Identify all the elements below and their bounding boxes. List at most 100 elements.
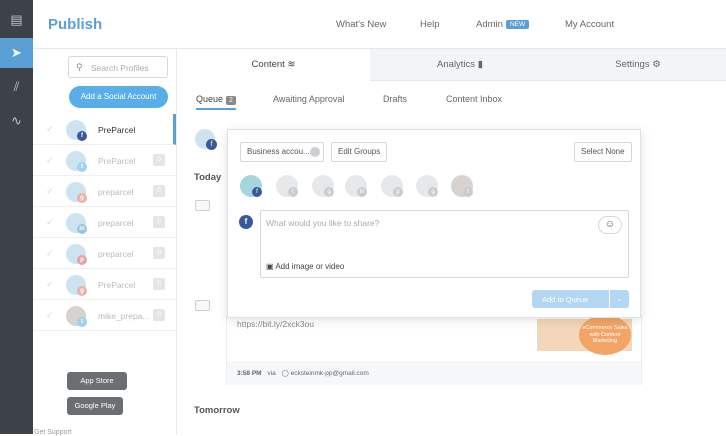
profile-item[interactable]: ✓ f PreParcel [33,114,176,145]
profile-selector-avatar[interactable]: t [276,175,298,197]
layers-icon: ≋ [287,59,296,70]
analyze-icon[interactable]: ∿ [0,106,33,136]
add-media-button[interactable]: ▣ Add image or video [266,262,344,271]
add-media-label: Add image or video [275,262,345,271]
queue-count: 0 [153,185,165,197]
queue-count: 0 [153,216,165,228]
profile-selector-avatar[interactable]: in [345,175,367,197]
post-thumbnail: eCommerce Sales with Content Marketing [537,315,632,355]
linkedin-icon: in [77,224,87,234]
twitter-icon: t [288,187,298,197]
publish-send-icon[interactable]: ➤ [0,38,33,68]
subtab-queue[interactable]: Queue 2 [196,94,236,110]
add-social-account-button[interactable]: Add a Social Account [69,86,168,108]
chevron-down-icon[interactable]: ⌄ [609,290,629,308]
profile-item[interactable]: ✓ t mike_prepa... 0 [33,300,176,331]
select-none-button[interactable]: Select None [574,142,632,162]
facebook-icon: f [239,215,253,229]
get-support-link[interactable]: Get Support [34,429,72,436]
profile-selector-avatar[interactable]: g [312,175,334,197]
profile-selector-avatar[interactable]: f [240,175,262,197]
profile-item[interactable]: ✓ g preparcel 0 [33,176,176,207]
profile-name: preparcel [98,249,134,259]
facebook-icon: f [206,139,217,150]
app-store-button[interactable]: App Store [67,372,127,390]
profile-item[interactable]: ✓ t PreParcel 0 [33,145,176,176]
twitter-icon: t [77,162,87,172]
section-tomorrow: Tomorrow [194,405,240,416]
subtab-awaiting-approval[interactable]: Awaiting Approval [273,94,344,104]
subtab-drafts[interactable]: Drafts [383,94,407,104]
profile-name: PreParcel [98,125,136,135]
nav-admin-label: Admin [476,19,503,30]
check-icon: ✓ [46,248,54,258]
nav-whats-new[interactable]: What's New [336,19,386,30]
image-icon [195,200,210,211]
google-plus-icon: g [324,187,334,197]
subtab-content-inbox[interactable]: Content Inbox [446,94,502,104]
image-icon [195,300,210,311]
check-icon: ✓ [46,155,54,165]
facebook-icon: f [252,187,262,197]
bar-chart-icon: ▮ [477,59,483,70]
queue-count-badge: 2 [226,96,236,105]
profile-item[interactable]: ✓ in preparcel 0 [33,207,176,238]
twitter-icon: t [77,317,87,327]
dropdown-icon [310,147,320,157]
emoji-icon[interactable]: ☺ [598,216,622,234]
queued-post-card[interactable]: https://bit.ly/2xck3ou eCommerce Sales w… [226,315,642,385]
queue-count: 0 [153,309,165,321]
tab-content-label: Content [251,59,285,70]
add-to-queue-button[interactable]: Add to Queue ⌄ [532,290,629,308]
post-user: ecksteinmk-pp@gmail.com [290,370,369,377]
check-icon: ✓ [46,310,54,320]
google-plus-icon: g [77,286,87,296]
add-to-queue-label: Add to Queue [542,295,589,304]
nav-my-account[interactable]: My Account [565,19,614,30]
profile-item[interactable]: ✓ g PreParcel 0 [33,269,176,300]
content-tabs: Content ≋ Analytics ▮ Settings ⚙ [177,49,726,81]
facebook-icon: f [77,131,87,141]
pinterest-icon: p [77,255,87,265]
gear-icon: ⚙ [652,59,661,70]
post-via: via [267,370,276,377]
post-meta: 3:58 PM via ◯ ecksteinmk-pp@gmail.com [227,361,641,385]
nav-help[interactable]: Help [420,19,440,30]
profile-selector-avatar[interactable]: g [416,175,438,197]
section-today: Today [194,172,222,183]
check-icon: ✓ [46,124,54,134]
profile-item[interactable]: ✓ p preparcel 0 [33,238,176,269]
search-profiles-input[interactable]: ⚲ Search Profiles [68,56,168,78]
user-icon: ◯ [281,370,289,377]
profile-name: preparcel [98,218,134,228]
queue-count: 0 [153,278,165,290]
queue-count: 0 [153,247,165,259]
post-time: 3:58 PM [237,370,262,377]
post-link[interactable]: https://bit.ly/2xck3ou [237,319,314,329]
composer-panel: Business accou... Edit Groups Select Non… [227,129,641,318]
google-play-button[interactable]: Google Play [67,397,123,415]
nav-admin[interactable]: Admin NEW [476,19,530,30]
layers-icon[interactable]: ▤ [0,5,33,35]
profile-name: preparcel [98,187,134,197]
check-icon: ✓ [46,279,54,289]
reply-icon[interactable]: ⫽ [0,72,33,102]
google-plus-icon: g [428,187,438,197]
tab-content[interactable]: Content ≋ [177,49,370,81]
app-rail: ▤ ➤ ⫽ ∿ [0,0,33,434]
tab-settings[interactable]: Settings ⚙ [550,49,726,81]
search-placeholder: Search Profiles [91,63,149,73]
account-group-select[interactable]: Business accou... [240,142,324,162]
profile-name: mike_prepa... [98,311,150,321]
profile-name: PreParcel [98,280,136,290]
profile-name: PreParcel [98,156,136,166]
share-textarea[interactable]: What would you like to share? ☺ ▣ Add im… [260,210,629,278]
share-placeholder: What would you like to share? [266,218,380,228]
edit-groups-button[interactable]: Edit Groups [331,142,388,162]
tab-analytics[interactable]: Analytics ▮ [370,49,550,81]
profile-selector-avatar[interactable]: t [451,175,473,197]
profile-sidebar: ⚲ Search Profiles Add a Social Account ✓… [33,49,177,434]
twitter-icon: t [463,187,473,197]
linkedin-icon: in [357,187,367,197]
profile-selector-avatar[interactable]: p [381,175,403,197]
